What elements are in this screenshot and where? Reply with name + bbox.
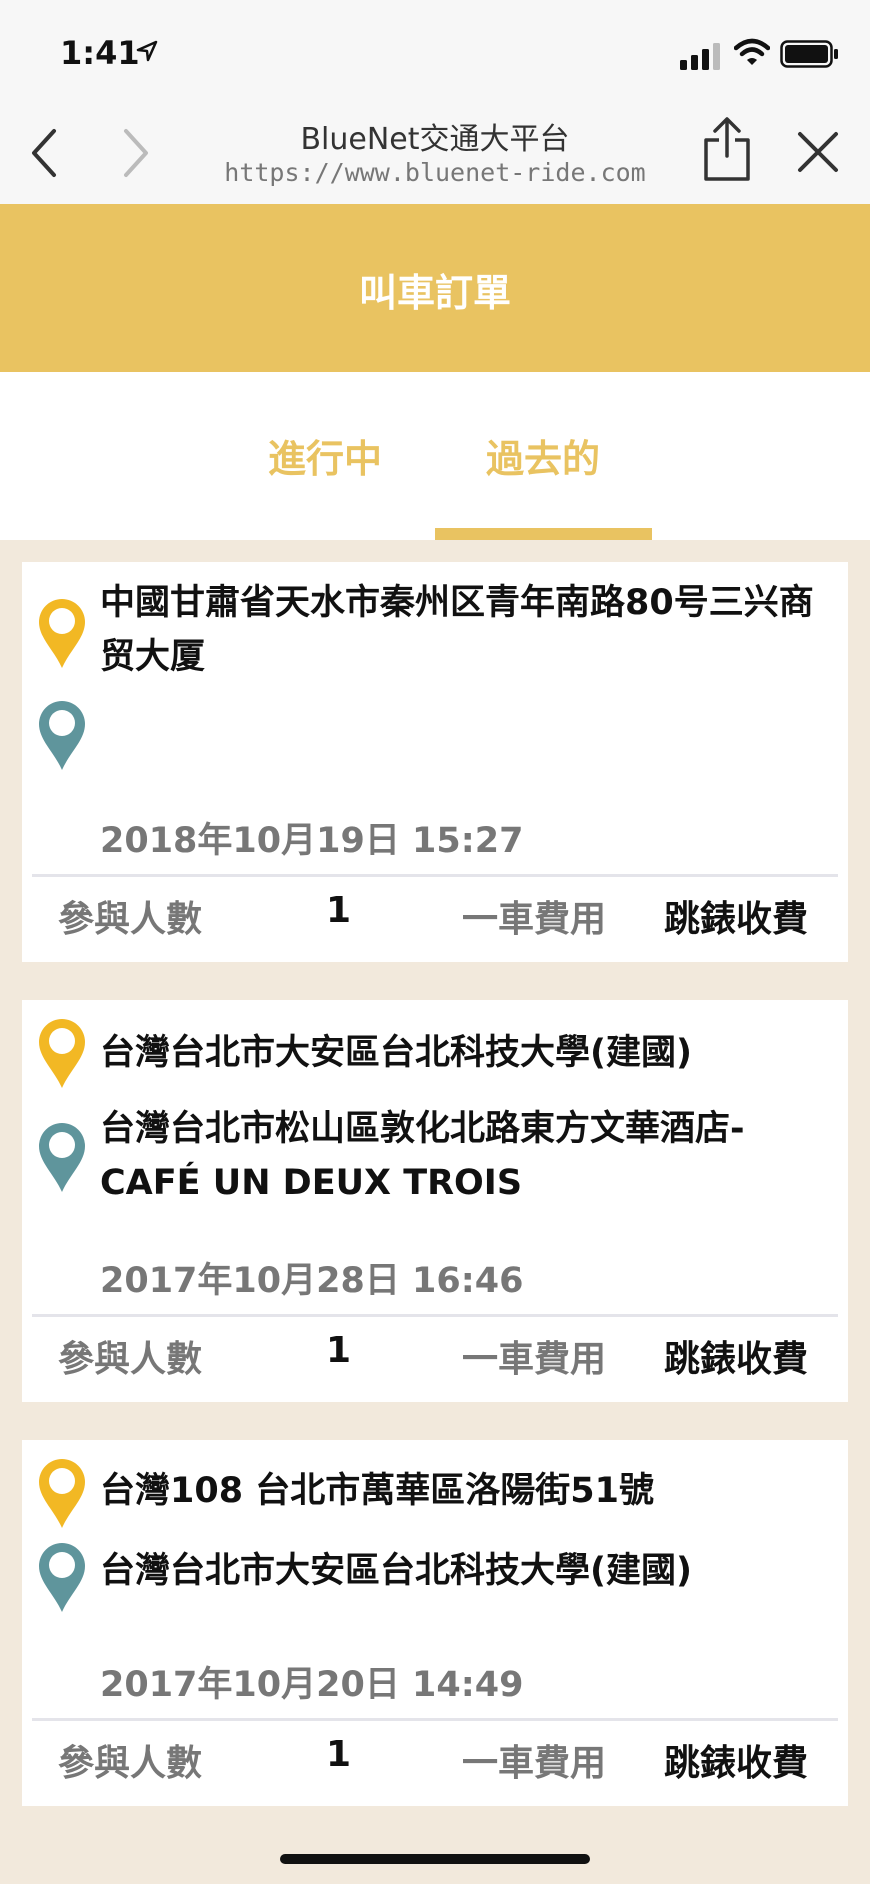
fare-label: 一車費用 — [462, 1743, 607, 1784]
origin-pin-icon — [39, 599, 85, 668]
order-datetime: 2018年10月19日 15:27 — [100, 821, 524, 861]
destination-pin-icon — [39, 1123, 85, 1192]
passenger-count-label: 參與人數 — [58, 1339, 203, 1380]
order-card[interactable]: 台灣台北市大安區台北科技大學(建國) 台灣台北市松山區敦化北路東方文華酒店- C… — [22, 1000, 848, 1402]
fare-value: 跳錶收費 — [664, 1339, 809, 1380]
order-card[interactable]: 中國甘肅省天水市秦州区青年南路80号三兴商贸大厦 2018年10月19日 15:… — [22, 562, 848, 962]
battery-icon — [780, 40, 838, 68]
share-icon[interactable] — [702, 116, 752, 182]
location-arrow-icon — [136, 40, 158, 62]
active-tab-indicator — [435, 528, 652, 540]
card-divider — [32, 874, 838, 877]
fare-value: 跳錶收費 — [664, 899, 809, 940]
close-icon[interactable] — [796, 130, 840, 174]
passenger-count-value: 1 — [326, 1734, 352, 1775]
order-datetime: 2017年10月20日 14:49 — [100, 1665, 524, 1705]
origin-address: 台灣108 台北市萬華區洛陽街51號 — [100, 1471, 654, 1511]
destination-address: 台灣台北市大安區台北科技大學(建國) — [100, 1551, 692, 1591]
origin-pin-icon — [39, 1019, 85, 1088]
cellular-signal-icon — [680, 43, 720, 70]
card-divider — [32, 1718, 838, 1721]
passenger-count-label: 參與人數 — [58, 899, 203, 940]
page-title: 叫車訂單 — [358, 271, 511, 315]
fare-label: 一車費用 — [462, 899, 607, 940]
wifi-icon — [734, 38, 770, 65]
fare-value: 跳錶收費 — [664, 1743, 809, 1784]
browser-nav-bar: BlueNet交通大平台 https://www.bluenet-ride.co… — [0, 100, 870, 205]
status-bar: 1:41 — [0, 0, 870, 100]
origin-pin-icon — [39, 1459, 85, 1528]
destination-address: 台灣台北市松山區敦化北路東方文華酒店- CAFÉ UN DEUX TROIS — [100, 1109, 745, 1203]
order-tabs: 進行中 過去的 — [0, 372, 870, 540]
destination-pin-icon — [39, 1543, 85, 1612]
passenger-count-label: 參與人數 — [58, 1743, 203, 1784]
home-indicator[interactable] — [280, 1854, 590, 1864]
origin-address: 中國甘肅省天水市秦州区青年南路80号三兴商贸大厦 — [100, 583, 814, 677]
tab-in-progress[interactable]: 進行中 — [215, 428, 435, 483]
status-time: 1:41 — [60, 34, 140, 72]
card-divider — [32, 1314, 838, 1317]
order-card[interactable]: 台灣108 台北市萬華區洛陽街51號 台灣台北市大安區台北科技大學(建國) 20… — [22, 1440, 848, 1806]
tab-past[interactable]: 過去的 — [433, 428, 653, 483]
order-datetime: 2017年10月28日 16:46 — [100, 1261, 524, 1301]
passenger-count-value: 1 — [326, 1330, 352, 1371]
page-header: 叫車訂單 — [0, 204, 870, 372]
fare-label: 一車費用 — [462, 1339, 607, 1380]
origin-address: 台灣台北市大安區台北科技大學(建國) — [100, 1033, 692, 1073]
passenger-count-value: 1 — [326, 890, 352, 931]
destination-pin-icon — [39, 701, 85, 770]
